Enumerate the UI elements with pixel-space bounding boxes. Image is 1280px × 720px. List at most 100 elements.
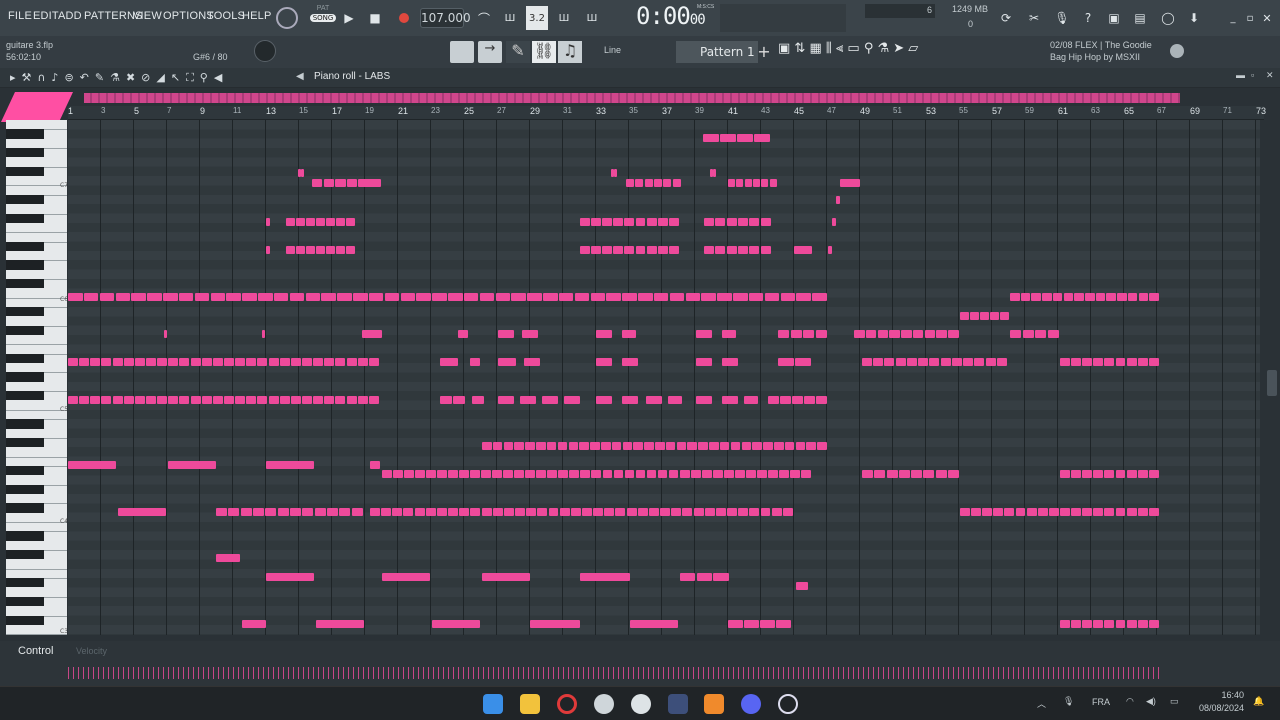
ruler-bar-35[interactable]: 35 <box>629 106 638 115</box>
note[interactable] <box>368 358 379 366</box>
note[interactable] <box>696 573 713 581</box>
note[interactable] <box>832 218 836 226</box>
note[interactable] <box>146 396 156 404</box>
note[interactable] <box>481 508 492 516</box>
note[interactable] <box>337 293 352 301</box>
note[interactable] <box>737 134 753 142</box>
note[interactable] <box>312 179 323 187</box>
start-icon[interactable] <box>483 694 503 714</box>
step-display[interactable]: 3.2 <box>526 6 548 30</box>
note[interactable] <box>514 470 525 478</box>
note[interactable] <box>302 396 312 404</box>
note[interactable] <box>709 442 719 450</box>
note[interactable] <box>602 470 613 478</box>
black-key[interactable] <box>6 325 44 336</box>
note[interactable] <box>951 358 962 366</box>
note[interactable] <box>235 396 246 404</box>
note[interactable] <box>1148 620 1159 628</box>
black-key[interactable] <box>6 531 44 541</box>
note[interactable] <box>761 179 769 187</box>
note[interactable] <box>481 470 492 478</box>
note[interactable] <box>749 246 760 254</box>
note[interactable] <box>1071 620 1082 628</box>
wifi-icon[interactable]: ◠ <box>1126 696 1134 707</box>
note[interactable] <box>606 293 621 301</box>
note[interactable] <box>522 330 538 338</box>
black-key[interactable] <box>6 550 44 560</box>
black-key[interactable] <box>6 484 44 494</box>
ruler-bar-59[interactable]: 59 <box>1025 106 1034 115</box>
note[interactable] <box>687 442 698 450</box>
note[interactable] <box>580 470 591 478</box>
note[interactable] <box>590 293 606 301</box>
note[interactable] <box>736 179 744 187</box>
note[interactable] <box>748 293 764 301</box>
note[interactable] <box>1071 508 1082 516</box>
note[interactable] <box>960 508 970 516</box>
note[interactable] <box>722 358 738 366</box>
note[interactable] <box>622 442 633 450</box>
keyboard-icon[interactable] <box>450 41 474 63</box>
note[interactable] <box>357 396 368 404</box>
note[interactable] <box>613 470 624 478</box>
note[interactable] <box>696 396 712 404</box>
note[interactable] <box>112 358 123 366</box>
note[interactable] <box>591 246 602 254</box>
note[interactable] <box>482 442 492 450</box>
note[interactable] <box>305 293 321 301</box>
note[interactable] <box>479 293 495 301</box>
ruler-bar-15[interactable]: 15 <box>299 106 308 115</box>
note[interactable] <box>624 246 635 254</box>
note[interactable] <box>704 246 715 254</box>
note[interactable] <box>242 293 257 301</box>
note[interactable] <box>668 246 679 254</box>
ruler-bar-57[interactable]: 57 <box>992 106 1002 116</box>
note[interactable] <box>321 293 336 301</box>
note[interactable] <box>756 470 767 478</box>
note[interactable] <box>568 442 579 450</box>
note[interactable] <box>668 396 682 404</box>
note[interactable] <box>648 508 659 516</box>
note[interactable] <box>1104 470 1115 478</box>
note[interactable] <box>559 508 570 516</box>
black-key[interactable] <box>6 372 44 382</box>
window-close-icon[interactable]: ✕ <box>1266 70 1274 81</box>
note[interactable] <box>190 358 201 366</box>
note[interactable] <box>796 582 808 590</box>
note[interactable] <box>767 470 778 478</box>
note[interactable] <box>1104 508 1115 516</box>
note[interactable] <box>286 246 295 254</box>
note[interactable] <box>370 461 380 469</box>
note[interactable] <box>727 508 737 516</box>
note[interactable] <box>79 396 90 404</box>
note[interactable] <box>874 470 886 478</box>
download-icon[interactable]: ⬇ <box>1184 6 1204 30</box>
ruler-bar-29[interactable]: 29 <box>530 106 540 116</box>
ruler-bar-61[interactable]: 61 <box>1058 106 1068 116</box>
note[interactable] <box>542 396 558 404</box>
menu-file[interactable]: FILE <box>8 10 32 22</box>
record-icon[interactable] <box>396 6 412 30</box>
note[interactable] <box>415 470 425 478</box>
note[interactable] <box>1127 293 1138 301</box>
note[interactable] <box>676 442 687 450</box>
note[interactable] <box>257 358 268 366</box>
note[interactable] <box>693 508 704 516</box>
note[interactable] <box>226 293 241 301</box>
note[interactable] <box>266 573 314 581</box>
ruler-bar-37[interactable]: 37 <box>662 106 672 116</box>
note[interactable] <box>753 179 761 187</box>
news-line1[interactable]: FLEX | The Goodie <box>1075 40 1152 50</box>
ruler-bar-41[interactable]: 41 <box>728 106 738 116</box>
note[interactable] <box>622 330 636 338</box>
note[interactable] <box>1115 470 1126 478</box>
note[interactable] <box>812 293 827 301</box>
note[interactable] <box>498 396 514 404</box>
note[interactable] <box>472 396 484 404</box>
note[interactable] <box>690 470 701 478</box>
note[interactable] <box>266 218 270 226</box>
note[interactable] <box>769 179 777 187</box>
note[interactable] <box>146 358 156 366</box>
note[interactable] <box>268 396 279 404</box>
note[interactable] <box>749 218 760 226</box>
